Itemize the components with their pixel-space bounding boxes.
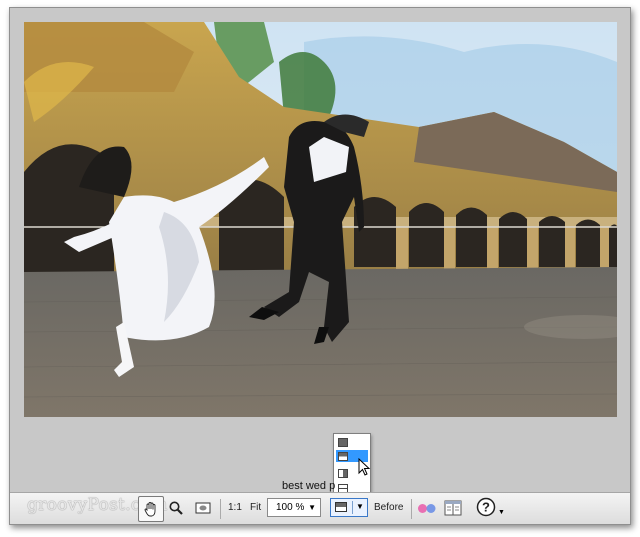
layout-split-vertical-icon (338, 468, 348, 478)
dropdown-arrow-icon[interactable]: ▼ (356, 502, 364, 511)
help-icon[interactable]: ? (476, 497, 496, 517)
zoom-tool-button[interactable] (165, 496, 187, 520)
svg-text:?: ? (482, 500, 490, 515)
layout-split-horizontal-icon (338, 451, 348, 461)
actual-size-button[interactable]: 1:1 (228, 502, 242, 513)
zoom-icon (169, 501, 183, 515)
chevron-down-icon: ▼ (308, 503, 316, 512)
layout-single-icon (338, 437, 348, 447)
layout-icon (335, 502, 347, 512)
compare-dots-icon[interactable] (417, 503, 437, 514)
button-divider (352, 501, 353, 514)
zoom-select-value: 100 % (276, 502, 305, 513)
hand-icon (144, 502, 156, 517)
help-dropdown-arrow-icon[interactable]: ▼ (498, 509, 505, 516)
wedding-photo (24, 22, 617, 417)
image-caption: best wed p (282, 480, 336, 492)
fit-window-icon (195, 502, 211, 514)
toolbar-separator (220, 499, 221, 519)
editor-window: best wed p groovyPost.com 1:1 Fit 100 % … (9, 7, 631, 525)
toolbar: groovyPost.com 1:1 Fit 100 % ▼ ▼ Before … (10, 492, 630, 524)
zoom-select[interactable]: 100 % ▼ (267, 498, 321, 517)
before-label: Before (374, 502, 404, 513)
photo-preview[interactable] (24, 22, 617, 417)
hand-tool-button[interactable] (138, 496, 164, 522)
side-by-side-icon[interactable] (444, 500, 462, 516)
fit-button[interactable]: Fit (250, 502, 261, 513)
fit-window-button[interactable] (192, 496, 214, 520)
cursor-icon (358, 458, 371, 476)
layout-option-single[interactable] (336, 436, 368, 448)
layout-view-button[interactable]: ▼ (330, 498, 368, 517)
toolbar-separator (411, 499, 412, 519)
